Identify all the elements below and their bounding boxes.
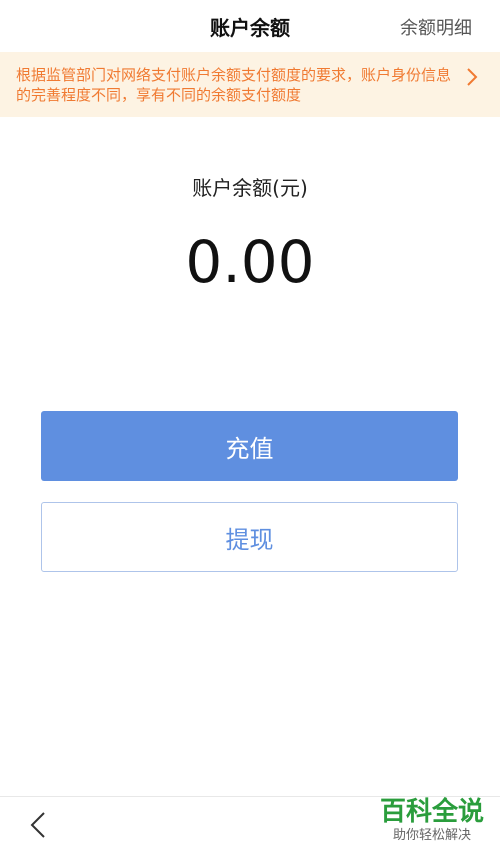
chevron-left-icon[interactable] (26, 811, 52, 839)
watermark-title: 百科全说 (379, 797, 484, 827)
balance-label: 账户余额(元) (192, 176, 308, 200)
withdraw-button[interactable]: 提现 (41, 502, 458, 572)
page-title: 账户余额 (210, 15, 290, 40)
balance-amount: 0.00 (185, 228, 315, 296)
watermark-subtitle: 助你轻松解决 (392, 828, 471, 843)
recharge-button[interactable]: 充值 (41, 411, 458, 481)
top-bar: 账户余额 余额明细 (0, 0, 500, 52)
watermark-logo: 百科全说 助你轻松解决 (378, 797, 486, 845)
chevron-right-icon (466, 66, 478, 94)
bottom-bar: 百科全说 助你轻松解决 (0, 796, 500, 855)
balance-detail-link[interactable]: 余额明细 (400, 14, 472, 40)
limit-notice-banner[interactable]: 根据监管部门对网络支付账户余额支付额度的要求，账户身份信息的完善程度不同，享有不… (0, 52, 500, 117)
notice-text: 根据监管部门对网络支付账户余额支付额度的要求，账户身份信息的完善程度不同，享有不… (16, 65, 452, 104)
